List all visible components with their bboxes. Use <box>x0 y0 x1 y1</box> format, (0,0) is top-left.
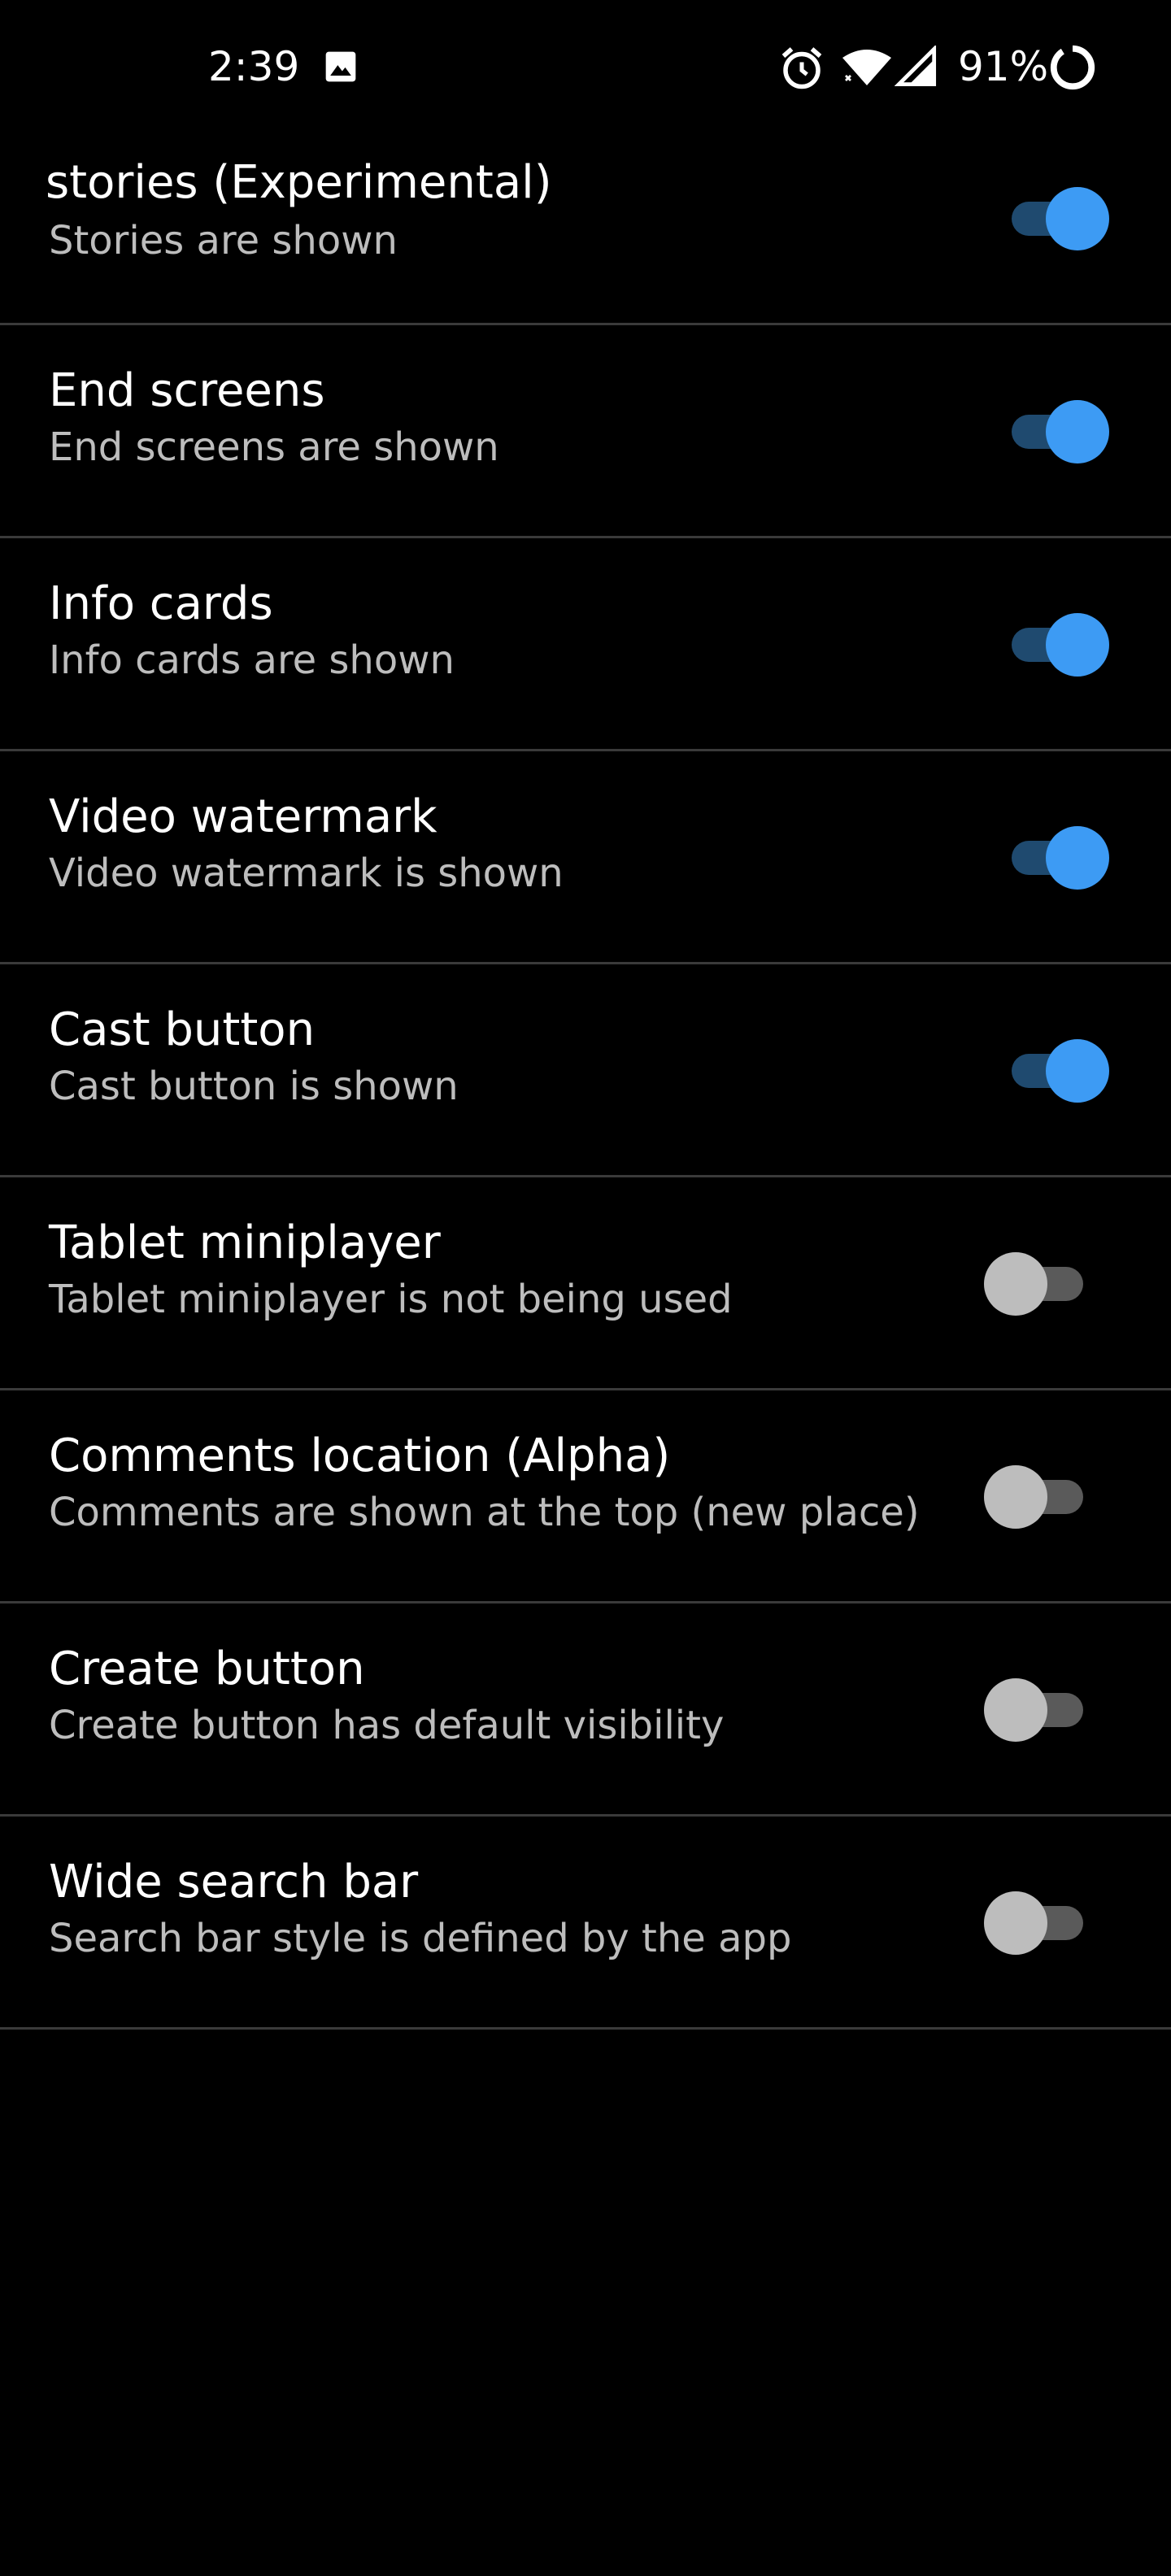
cast-button-toggle[interactable] <box>1003 1038 1109 1103</box>
setting-row-tablet-miniplayer[interactable]: Tablet miniplayer Tablet miniplayer is n… <box>0 1177 1171 1390</box>
toggle-thumb <box>984 1891 1047 1955</box>
alarm-icon <box>781 47 822 89</box>
signal-icon <box>895 46 937 87</box>
info-cards-toggle[interactable] <box>1003 611 1109 677</box>
tablet-miniplayer-toggle[interactable] <box>984 1251 1090 1316</box>
toggle-thumb <box>984 1252 1047 1316</box>
toggle-thumb <box>1046 400 1109 463</box>
setting-row-end-screens[interactable]: End screens End screens are shown <box>0 325 1171 538</box>
wifi-icon <box>842 50 891 85</box>
setting-row-stories[interactable]: stories (Experimental) Stories are shown <box>0 111 1171 325</box>
battery-ring-icon <box>1050 45 1095 90</box>
toggle-thumb <box>1046 1039 1109 1103</box>
status-time: 2:39 <box>208 43 300 90</box>
toggle-thumb <box>1046 187 1109 250</box>
gallery-icon <box>325 51 356 82</box>
setting-summary: Create button has default visibility <box>49 1703 725 1748</box>
toggle-thumb <box>1046 826 1109 890</box>
setting-summary: Cast button is shown <box>49 1064 459 1109</box>
toggle-thumb <box>984 1465 1047 1529</box>
setting-row-video-watermark[interactable]: Video watermark Video watermark is shown <box>0 751 1171 964</box>
setting-summary: Stories are shown <box>49 218 398 263</box>
setting-title: Create button <box>49 1643 365 1695</box>
end-screens-toggle[interactable] <box>1003 398 1109 463</box>
setting-summary: Search bar style is defined by the app <box>49 1916 792 1961</box>
setting-summary: Tablet miniplayer is not being used <box>49 1277 733 1322</box>
battery-percent: 91% <box>958 43 1049 90</box>
setting-title: Cast button <box>49 1003 316 1056</box>
setting-row-info-cards[interactable]: Info cards Info cards are shown <box>0 538 1171 751</box>
create-button-toggle[interactable] <box>984 1677 1090 1742</box>
video-watermark-toggle[interactable] <box>1003 825 1109 890</box>
comments-location-toggle[interactable] <box>984 1464 1090 1529</box>
setting-title: End screens <box>49 364 325 417</box>
setting-title: Comments location (Alpha) <box>49 1429 671 1482</box>
setting-title: stories (Experimental) <box>46 156 552 209</box>
setting-row-wide-search-bar[interactable]: Wide search bar Search bar style is defi… <box>0 1817 1171 2030</box>
setting-title: Wide search bar <box>49 1856 419 1908</box>
settings-list: stories (Experimental) Stories are shown… <box>0 111 1171 2030</box>
setting-row-create-button[interactable]: Create button Create button has default … <box>0 1603 1171 1817</box>
setting-row-comments-location[interactable]: Comments location (Alpha) Comments are s… <box>0 1390 1171 1603</box>
setting-row-cast-button[interactable]: Cast button Cast button is shown <box>0 964 1171 1177</box>
setting-summary: Info cards are shown <box>49 637 455 683</box>
setting-summary: Comments are shown at the top (new place… <box>49 1490 920 1535</box>
setting-title: Video watermark <box>49 790 437 843</box>
stories-toggle[interactable] <box>1003 185 1109 250</box>
toggle-thumb <box>984 1678 1047 1742</box>
wide-search-bar-toggle[interactable] <box>984 1890 1090 1955</box>
setting-title: Tablet miniplayer <box>49 1216 441 1269</box>
setting-summary: Video watermark is shown <box>49 851 564 896</box>
toggle-thumb <box>1046 613 1109 677</box>
setting-summary: End screens are shown <box>49 424 499 470</box>
setting-title: Info cards <box>49 577 273 630</box>
